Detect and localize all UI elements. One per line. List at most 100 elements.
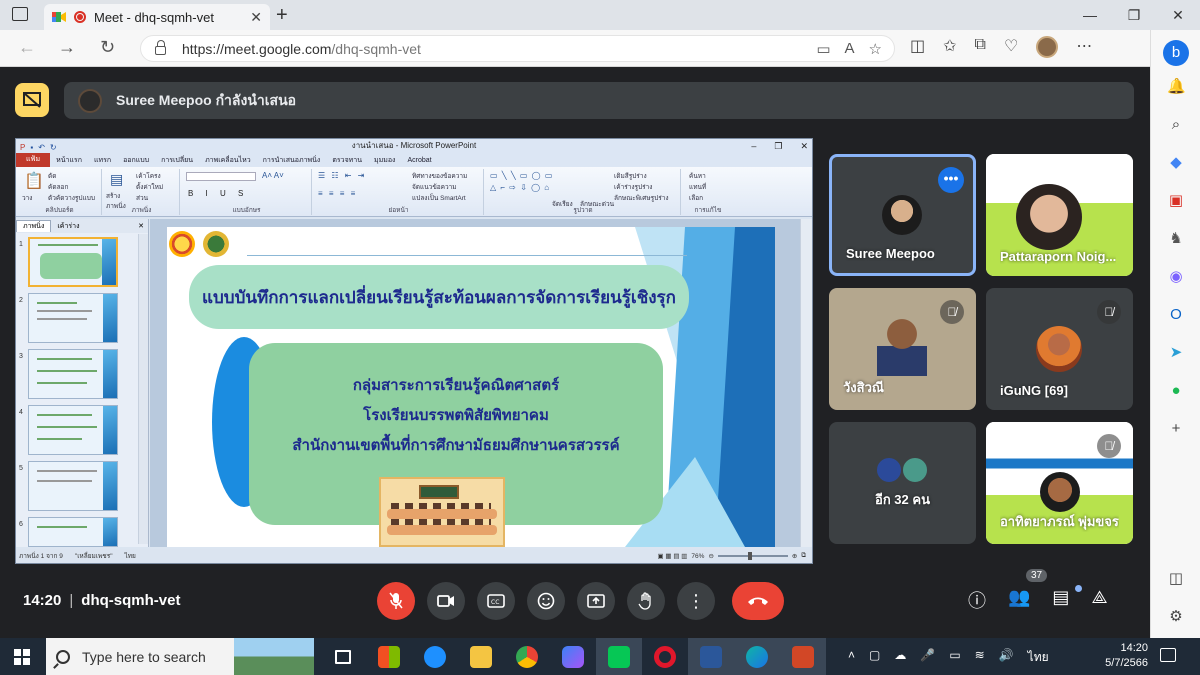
chat-icon[interactable]: ▤ [1052, 587, 1069, 613]
reactions-button[interactable] [527, 582, 565, 620]
paste-icon[interactable]: 📋 [24, 171, 44, 191]
ppt-minimize-icon[interactable]: – [751, 139, 756, 153]
copilot-icon[interactable] [550, 638, 596, 675]
participant-tile-suree[interactable]: ••• Suree Meepoo [829, 154, 976, 276]
wifi-icon[interactable]: ≋ [975, 648, 985, 667]
panel-close-icon[interactable]: ✕ [132, 222, 148, 230]
tab-close-icon[interactable]: ✕ [250, 9, 262, 26]
zoom-slider[interactable] [717, 552, 788, 560]
new-slide-icon[interactable]: ▤ [110, 171, 123, 188]
tray-expand-icon[interactable]: ˄ [848, 648, 855, 667]
microsoft-store-icon[interactable] [366, 638, 412, 675]
participant-tile-pattaraporn[interactable]: Pattaraporn Noig... [986, 154, 1133, 276]
people-icon[interactable]: 👥 [1008, 587, 1030, 613]
tab-meet[interactable]: Meet - dhq-sqmh-vet ✕ [44, 4, 270, 30]
section-label[interactable]: ส่วน [136, 193, 148, 203]
slide-thumbnail-6[interactable] [28, 517, 118, 547]
microphone-icon[interactable]: 🎤 [920, 648, 935, 667]
games-icon[interactable]: ♞ [1167, 230, 1185, 248]
slide-thumbnail-3[interactable] [28, 349, 118, 399]
powerpoint-icon[interactable] [780, 638, 826, 675]
paste-label[interactable]: วาง [22, 193, 32, 203]
ppt-tab-view[interactable]: มุมมอง [368, 155, 401, 166]
camera-toggle-button[interactable] [427, 582, 465, 620]
profile-avatar[interactable] [1036, 36, 1059, 58]
slide-scrollbar[interactable] [800, 219, 812, 547]
layout-label[interactable]: เค้าโครง [136, 171, 161, 181]
opera-icon[interactable] [642, 638, 688, 675]
forward-icon[interactable]: → [58, 37, 76, 58]
shopping-tag-icon[interactable]: ◆ [1167, 154, 1185, 172]
leave-call-button[interactable] [732, 582, 784, 620]
ppt-tab-acrobat[interactable]: Acrobat [401, 157, 437, 164]
align-text-label[interactable]: จัดแนวข้อความ [412, 182, 457, 192]
smartart-label[interactable]: แปลงเป็น SmartArt [412, 193, 466, 203]
add-sidebar-app-icon[interactable]: + [1167, 420, 1185, 438]
reload-icon[interactable]: ↻ [100, 37, 115, 58]
chrome-icon[interactable] [504, 638, 550, 675]
ppt-tab-design[interactable]: ออกแบบ [117, 155, 155, 166]
format-painter-label[interactable]: ตัวคัดวางรูปแบบ [48, 193, 95, 203]
tile-more-options-icon[interactable]: ••• [938, 167, 964, 193]
panel-tab-outline[interactable]: เค้าร่าง [51, 221, 85, 232]
task-view-icon[interactable] [320, 638, 366, 675]
zoom-in-icon[interactable]: ⊕ [792, 552, 797, 560]
zoom-level[interactable]: 76% [691, 553, 704, 560]
tools-icon[interactable]: ▣ [1167, 192, 1185, 210]
tab-actions-icon[interactable] [12, 7, 28, 21]
cut-label[interactable]: ตัด [48, 171, 56, 181]
undo-icon[interactable]: ↶ [38, 141, 45, 155]
taskbar-clock[interactable]: 14:20 5/7/2566 [1086, 641, 1148, 671]
ppt-restore-icon[interactable]: ❐ [774, 139, 782, 153]
search-icon[interactable]: ⌕ [1167, 116, 1185, 134]
zoom-out-icon[interactable]: ⊖ [708, 552, 713, 560]
slide-thumbnail-1[interactable] [28, 237, 118, 287]
ppt-tab-insert[interactable]: แทรก [88, 155, 117, 166]
ppt-tab-animations[interactable]: ภาพเคลื่อนไหว [199, 155, 257, 166]
presentation-pin-icon[interactable] [15, 83, 49, 117]
close-window-button[interactable]: ✕ [1156, 0, 1200, 30]
new-tab-button[interactable]: + [276, 4, 288, 27]
battery-icon[interactable]: ▭ [949, 648, 960, 667]
view-buttons-icon[interactable]: ▣ ▦ ▤ ▥ [657, 552, 687, 560]
ppt-tab-review[interactable]: ตรวจทาน [326, 155, 368, 166]
ppt-tab-slideshow[interactable]: การนำเสนอภาพนิ่ง [257, 155, 327, 166]
participant-tile-atitayaporn[interactable]: 🎙̸ อาทิตยาภรณ์ พุ่มขจร [986, 422, 1133, 544]
more-options-button[interactable]: ⋮ [677, 582, 715, 620]
ppt-tab-file[interactable]: แฟ้ม [16, 153, 51, 167]
onedrive-icon[interactable]: ☁ [894, 648, 906, 667]
favorite-star-icon[interactable]: ☆ [869, 40, 882, 58]
shape-outline-label[interactable]: เค้าร่างรูปร่าง [614, 182, 652, 192]
back-icon[interactable]: ← [18, 37, 36, 58]
panel-tab-slides[interactable]: ภาพนิ่ง [16, 220, 52, 232]
edge-icon[interactable] [734, 638, 780, 675]
shape-effects-label[interactable]: ลักษณะพิเศษรูปร่าง [614, 193, 669, 203]
raise-hand-button[interactable] [627, 582, 665, 620]
redo-icon[interactable]: ↻ [50, 141, 57, 155]
ppt-close-icon[interactable]: ✕ [800, 139, 808, 153]
participant-tile-wangsiwanee[interactable]: 🎙̸ วังสิวณี [829, 288, 976, 410]
office-icon[interactable]: ◉ [1167, 268, 1185, 286]
line-icon[interactable] [596, 638, 642, 675]
find-label[interactable]: ค้นหา [689, 171, 706, 181]
hide-sidebar-icon[interactable]: ◫ [1167, 570, 1185, 588]
shapes-gallery-row2-icon[interactable]: △ ⌐ ⇨ ⇩ ◯ ⌂ [490, 183, 550, 192]
slide-thumbnail-2[interactable] [28, 293, 118, 343]
font-style-icons[interactable]: B I U S [188, 189, 248, 198]
favorites-icon[interactable]: ✩ [943, 36, 956, 58]
browser-essentials-icon[interactable]: ♡ [1004, 36, 1018, 58]
notification-center-icon[interactable] [1160, 648, 1176, 662]
copy-label[interactable]: คัดลอก [48, 182, 68, 192]
select-label[interactable]: เลือก [689, 193, 703, 203]
spotify-icon[interactable]: ● [1167, 382, 1185, 400]
present-now-button[interactable] [577, 582, 615, 620]
ppt-tab-transitions[interactable]: การเปลี่ยน [155, 155, 199, 166]
others-tile[interactable]: อีก 32 คน [829, 422, 976, 544]
ppt-tab-home[interactable]: หน้าแรก [50, 155, 88, 166]
replace-label[interactable]: แทนที่ [689, 182, 706, 192]
maximize-button[interactable]: ❐ [1112, 0, 1156, 30]
taskbar-search-input[interactable]: Type here to search [46, 638, 314, 675]
ie-icon[interactable] [412, 638, 458, 675]
text-direction-label[interactable]: ทิศทางของข้อความ [412, 171, 467, 181]
slide-thumbnail-5[interactable] [28, 461, 118, 511]
